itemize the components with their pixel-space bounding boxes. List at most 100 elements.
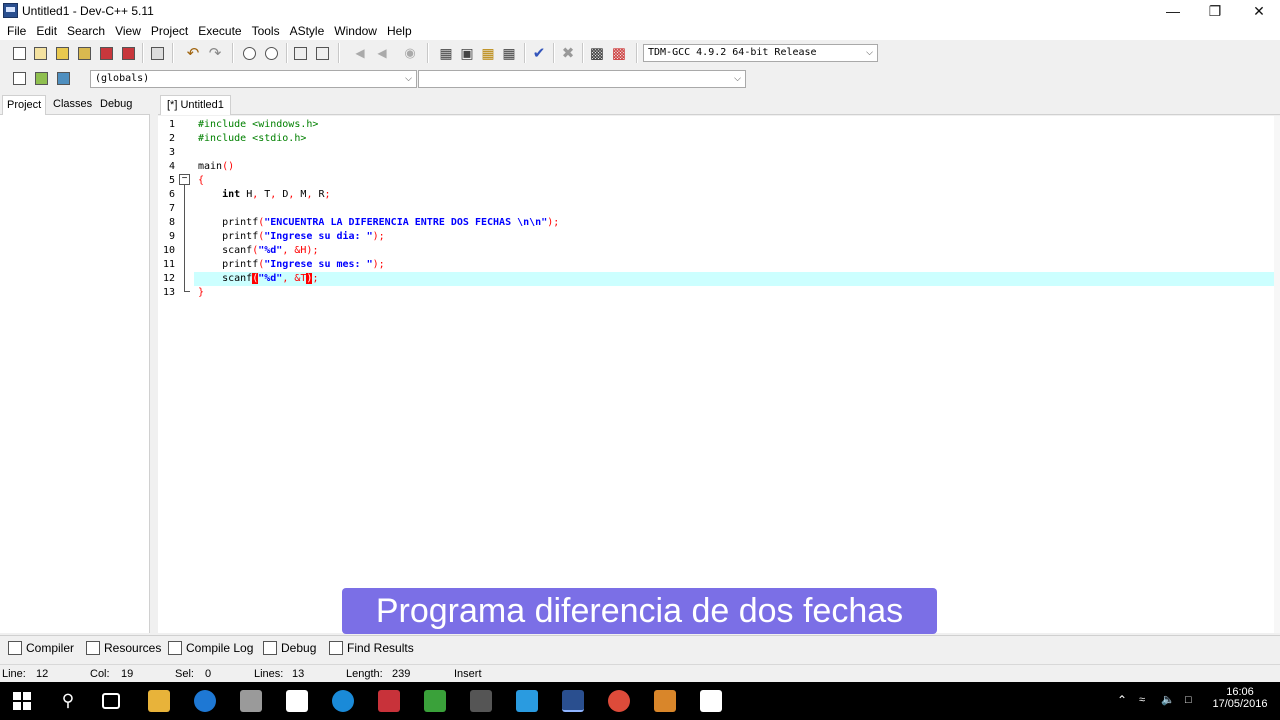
grid-icon — [8, 641, 22, 655]
string-literal: "ENCUENTRA LA DIFERENCIA ENTRE DOS FECHA… — [264, 217, 548, 228]
chevron-down-icon: ⌵ — [734, 74, 741, 84]
volume-icon[interactable]: 🔈 — [1161, 694, 1175, 706]
close-file-icon[interactable] — [97, 44, 115, 62]
windows-start-icon[interactable] — [13, 692, 31, 710]
undo-icon[interactable]: ↶ — [184, 44, 202, 62]
line-number: 1 — [168, 119, 175, 130]
find-icon[interactable] — [240, 44, 258, 62]
tab-resources[interactable]: Resources — [86, 639, 161, 657]
insert-icon[interactable] — [32, 69, 50, 87]
delete-profile-icon[interactable]: ▩ — [610, 44, 628, 62]
messenger-icon[interactable] — [516, 690, 538, 712]
run-icon[interactable]: ▣ — [458, 44, 476, 62]
save-all-icon[interactable] — [75, 44, 93, 62]
task-view-icon[interactable] — [102, 693, 120, 709]
tab-find-results[interactable]: Find Results — [329, 639, 414, 657]
indent-right-icon[interactable]: ◀ — [373, 44, 391, 62]
cortana-app-icon[interactable] — [332, 690, 354, 712]
goto-line-icon[interactable] — [291, 44, 309, 62]
scope-select[interactable]: (globals) ⌵ — [90, 70, 417, 88]
chevron-down-icon: ⌵ — [405, 74, 412, 84]
menu-view[interactable]: View — [110, 22, 146, 40]
line-number: 6 — [168, 189, 175, 200]
toggle-comment-icon[interactable]: ◉ — [401, 44, 419, 62]
close-all-icon[interactable] — [119, 44, 137, 62]
tray-chevron-up-icon[interactable]: ⌃ — [1117, 694, 1127, 706]
tab-find-results-label: Find Results — [347, 641, 414, 655]
menu-window[interactable]: Window — [329, 22, 382, 40]
store-icon[interactable] — [286, 690, 308, 712]
new-file-icon[interactable] — [10, 44, 28, 62]
replace-icon[interactable] — [262, 44, 280, 62]
tab-compiler[interactable]: Compiler — [8, 639, 74, 657]
close-button[interactable]: ✕ — [1236, 0, 1280, 22]
codeblocks-icon[interactable] — [424, 690, 446, 712]
tab-classes[interactable]: Classes — [49, 95, 96, 115]
wifi-icon[interactable]: ≈ — [1139, 694, 1145, 706]
menu-file[interactable]: File — [2, 22, 31, 40]
line-number: 5 — [168, 175, 175, 186]
windows-taskbar: ⚲ ⌃ ≈ 🔈 □ 16:06 17/05/2016 — [0, 682, 1280, 720]
tab-project[interactable]: Project — [2, 95, 47, 115]
tab-debug-output[interactable]: Debug — [263, 639, 316, 657]
stop-execution-icon[interactable]: ✖ — [559, 44, 577, 62]
window-title: Untitled1 - Dev-C++ 5.11 — [22, 4, 154, 18]
bookmark-icon[interactable] — [54, 69, 72, 87]
menu-project[interactable]: Project — [146, 22, 193, 40]
paint-icon[interactable] — [240, 690, 262, 712]
symbol-select[interactable]: ⌵ — [418, 70, 746, 88]
code-line-11: printf("Ingrese su mes: "); — [222, 259, 385, 270]
new-class-icon[interactable] — [10, 69, 28, 87]
notification-icon[interactable]: □ — [1185, 694, 1192, 706]
clock-time: 16:06 — [1226, 686, 1254, 698]
edge-browser-icon[interactable] — [194, 690, 216, 712]
code-line-12: scanf("%d", &T); — [222, 273, 319, 284]
compile-run-icon[interactable]: ▦ — [479, 44, 497, 62]
tab-debug[interactable]: Debug — [96, 95, 136, 115]
fold-guide-end — [184, 291, 190, 292]
main-toolbar: ↶ ↷ ◀ ◀ ◉ ▦ ▣ ▦ ▦ ✔ ✖ ▩ ▩ TDM-GCC 4.9.2 … — [0, 40, 1280, 66]
menu-astyle[interactable]: AStyle — [285, 22, 330, 40]
menu-tools[interactable]: Tools — [247, 22, 285, 40]
editor-scrollbar[interactable] — [1274, 116, 1280, 633]
fold-collapse-icon[interactable]: − — [179, 174, 190, 185]
devcpp-taskbar-icon[interactable] — [562, 690, 584, 712]
media-player-icon[interactable] — [654, 690, 676, 712]
code-line-8: printf("ENCUENTRA LA DIFERENCIA ENTRE DO… — [222, 217, 560, 228]
search-icon[interactable]: ⚲ — [57, 690, 79, 712]
camtasia-icon[interactable] — [700, 690, 722, 712]
video-editor-icon[interactable] — [470, 690, 492, 712]
indent-left-icon[interactable]: ◀ — [351, 44, 369, 62]
profile-chart-icon[interactable]: ▩ — [588, 44, 606, 62]
status-col-value: 19 — [121, 668, 134, 680]
menu-execute[interactable]: Execute — [193, 22, 246, 40]
goto-function-icon[interactable] — [313, 44, 331, 62]
clock[interactable]: 16:06 17/05/2016 — [1207, 686, 1273, 710]
tab-untitled1[interactable]: [*] Untitled1 — [160, 95, 231, 115]
rebuild-all-icon[interactable]: ▦ — [500, 44, 518, 62]
redo-icon[interactable]: ↷ — [206, 44, 224, 62]
restore-button[interactable]: ❐ — [1192, 0, 1238, 22]
file-explorer-icon[interactable] — [148, 690, 170, 712]
menu-search[interactable]: Search — [62, 22, 110, 40]
compile-icon[interactable]: ▦ — [437, 44, 455, 62]
menu-edit[interactable]: Edit — [31, 22, 62, 40]
toolbar-separator — [427, 43, 429, 63]
print-icon[interactable] — [148, 44, 166, 62]
code-editor[interactable]: 1 2 3 4 5 6 7 8 9 10 11 12 13 − #include… — [158, 116, 1274, 633]
resources-icon — [86, 641, 100, 655]
panel-splitter[interactable] — [150, 93, 158, 633]
save-icon[interactable] — [53, 44, 71, 62]
function-call: scanf — [222, 245, 253, 256]
title-bar: Untitled1 - Dev-C++ 5.11 — ❐ ✕ — [0, 0, 1280, 22]
autocad-icon[interactable] — [378, 690, 400, 712]
tab-compiler-label: Compiler — [26, 641, 75, 655]
syntax-check-icon[interactable]: ✔ — [530, 44, 548, 62]
menu-help[interactable]: Help — [382, 22, 417, 40]
open-file-icon[interactable] — [31, 44, 49, 62]
minimize-button[interactable]: — — [1150, 0, 1196, 22]
chrome-icon[interactable] — [608, 690, 630, 712]
chevron-down-icon: ⌵ — [866, 48, 873, 58]
tab-compile-log[interactable]: Compile Log — [168, 639, 253, 657]
compiler-select[interactable]: TDM-GCC 4.9.2 64-bit Release ⌵ — [643, 44, 878, 62]
